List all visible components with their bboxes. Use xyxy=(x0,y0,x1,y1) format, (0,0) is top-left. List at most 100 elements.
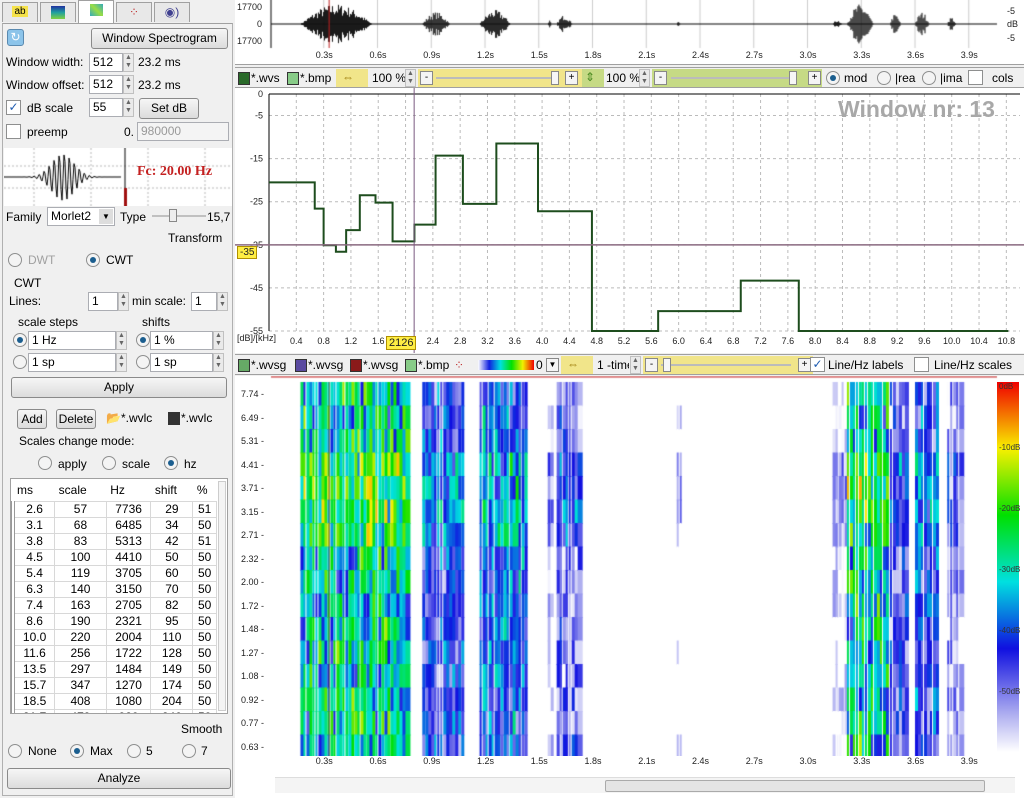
window-offset-spinner[interactable]: ▲ ▼ xyxy=(123,75,134,94)
zoom2-plus-button[interactable]: + xyxy=(808,71,821,85)
table-row[interactable]: 13.5 297 1484 149 50 xyxy=(11,660,217,678)
rea-radio[interactable] xyxy=(877,71,891,85)
column-header-1[interactable]: scale xyxy=(55,479,107,501)
table-scrollbar[interactable] xyxy=(218,481,226,711)
zoom2-spinner[interactable]: ▲ ▼ xyxy=(639,69,650,87)
time-slider-thumb[interactable] xyxy=(663,358,671,372)
window-spectrogram-button[interactable]: Window Spectrogram xyxy=(91,28,228,49)
zoom2-value[interactable]: 100 % xyxy=(606,70,640,86)
shifts-sp-spinner[interactable]: ▲ ▼ xyxy=(213,353,224,372)
zoom1-plus-button[interactable]: + xyxy=(565,71,578,85)
delete-button[interactable]: Delete xyxy=(56,409,96,429)
smooth-none-radio[interactable] xyxy=(8,744,22,758)
zoom1-spinner[interactable]: ▲ ▼ xyxy=(405,69,416,87)
family-select[interactable]: Morlet2 ▼ xyxy=(47,207,115,226)
scale-steps-hz-radio[interactable] xyxy=(13,333,27,347)
table-row[interactable]: 11.6 256 1722 128 50 xyxy=(11,644,217,662)
zoom1-minus-button[interactable]: - xyxy=(420,71,433,85)
shifts-percent-input[interactable]: 1 % xyxy=(150,331,213,350)
lines-spinner[interactable]: ▲ ▼ xyxy=(118,292,129,311)
table-row[interactable]: 7.4 163 2705 82 50 xyxy=(11,596,217,614)
type-slider-thumb[interactable] xyxy=(169,209,177,222)
db-value-input[interactable]: 55 xyxy=(89,98,123,117)
spectrum-panel[interactable]: 0.40.81.21.62.02.42.83.23.64.04.44.85.25… xyxy=(235,88,1024,353)
tab-sound[interactable]: ◉) xyxy=(154,2,190,22)
mode-scale-radio[interactable] xyxy=(102,456,116,470)
zoom2-slider-thumb[interactable] xyxy=(789,71,797,85)
cols-checkbox[interactable] xyxy=(968,70,983,85)
refresh-icon[interactable]: ↻ xyxy=(7,29,24,46)
table-row[interactable]: 8.6 190 2321 95 50 xyxy=(11,612,217,630)
zoom2-slider[interactable] xyxy=(671,77,791,79)
time-minus-button[interactable]: - xyxy=(645,358,658,372)
min-scale-input[interactable]: 1 xyxy=(191,292,217,311)
line-hz-labels-checkbox[interactable]: ✓ xyxy=(810,357,825,372)
column-header-4[interactable]: % xyxy=(193,479,217,501)
scale-steps-hz-spinner[interactable]: ▲ ▼ xyxy=(116,331,127,350)
table-row[interactable]: 2.6 57 7736 29 51 xyxy=(11,500,217,518)
time-spinner[interactable]: ▲ ▼ xyxy=(630,356,641,374)
table-row[interactable]: 18.5 408 1080 204 50 xyxy=(11,692,217,710)
table-row[interactable]: 3.8 83 5313 42 51 xyxy=(11,532,217,550)
window-width-input[interactable]: 512 xyxy=(89,53,123,72)
table-row[interactable]: 21.747992024050 xyxy=(11,708,217,713)
waveform-panel[interactable]: 17700 0 17700 -5 dB -5 0.3s 0.6s 0.9s 1.2s 1… xyxy=(235,0,1024,65)
zoom-x-icon[interactable]: ⇕ xyxy=(582,69,604,87)
palette-gradient[interactable] xyxy=(478,360,534,370)
line-hz-scales-checkbox[interactable] xyxy=(914,357,929,372)
lines-input[interactable]: 1 xyxy=(88,292,118,311)
table-row[interactable]: 4.5 100 4410 50 50 xyxy=(11,548,217,566)
open-wvsg-button-2[interactable]: *.wvsg xyxy=(295,357,343,373)
table-row[interactable]: 10.0 220 2004 110 50 xyxy=(11,628,217,646)
mod-radio[interactable] xyxy=(826,71,840,85)
shifts-sp-radio[interactable] xyxy=(136,355,150,369)
open-wvsg-button-1[interactable]: *.wvsg xyxy=(238,357,286,373)
set-db-button[interactable]: Set dB xyxy=(139,98,199,119)
tab-spectrogram[interactable] xyxy=(40,2,76,22)
shifts-percent-spinner[interactable]: ▲ ▼ xyxy=(213,331,224,350)
scale-steps-hz-input[interactable]: 1 Hz xyxy=(28,331,116,350)
type-slider[interactable] xyxy=(152,209,206,222)
open-wvsg-button-3[interactable]: *.wvsg xyxy=(350,357,398,373)
scale-steps-sp-radio[interactable] xyxy=(13,355,27,369)
mode-hz-radio[interactable] xyxy=(164,456,178,470)
preemp-input[interactable]: 980000 xyxy=(137,122,229,141)
save-bmp-button-2[interactable]: *.bmp xyxy=(405,357,449,373)
preemp-checkbox[interactable] xyxy=(6,124,21,139)
cursor-marker-label[interactable]: 2126 xyxy=(386,336,417,350)
cwt-radio[interactable] xyxy=(86,253,100,267)
smooth-5-radio[interactable] xyxy=(127,744,141,758)
table-row[interactable]: 15.7 347 1270 174 50 xyxy=(11,676,217,694)
apply-button[interactable]: Apply xyxy=(11,377,227,398)
window-width-spinner[interactable]: ▲ ▼ xyxy=(123,53,134,72)
column-header-2[interactable]: Hz xyxy=(106,479,151,501)
shifts-sp-input[interactable]: 1 sp xyxy=(150,353,213,372)
zoom1-slider[interactable] xyxy=(436,77,553,79)
save-bmp-button[interactable]: *.bmp xyxy=(287,70,331,86)
db-scale-checkbox[interactable]: ✓ xyxy=(6,100,21,115)
save-wvlc-button[interactable]: *.wvlc xyxy=(168,411,212,426)
zoom1-value[interactable]: 100 % xyxy=(372,70,406,86)
level-marker-label[interactable]: -35 xyxy=(237,246,258,259)
window-offset-input[interactable]: 512 xyxy=(89,75,123,94)
column-header-3[interactable]: shift xyxy=(151,479,193,501)
horizontal-scrollbar-thumb[interactable] xyxy=(605,780,985,792)
scale-steps-sp-spinner[interactable]: ▲ ▼ xyxy=(116,353,127,372)
open-wvlc-button[interactable]: 📂*.wvlc xyxy=(106,411,152,425)
spectrogram-panel[interactable]: 7.74 - 6.49 - 5.31 - 4.41 - 3.71 - 3.15 - 2.71… xyxy=(235,376,1024,798)
tab-text[interactable]: ab xyxy=(2,2,38,22)
tab-points[interactable]: ⁘ xyxy=(116,2,152,22)
shifts-percent-radio[interactable] xyxy=(136,333,150,347)
open-wvs-button[interactable]: *.wvs xyxy=(238,70,280,86)
zoom1-slider-thumb[interactable] xyxy=(551,71,559,85)
spectrum-chart[interactable]: 0.40.81.21.62.02.42.83.23.64.04.44.85.25… xyxy=(235,88,1024,353)
waveform-plot[interactable] xyxy=(235,0,1024,65)
zoom2-minus-button[interactable]: - xyxy=(654,71,667,85)
time-value[interactable]: 1 -time xyxy=(597,357,629,373)
zoom-y-icon[interactable]: ⇔ xyxy=(336,69,368,87)
horizontal-scrollbar[interactable] xyxy=(275,777,1015,793)
smooth-7-radio[interactable] xyxy=(182,744,196,758)
smooth-max-radio[interactable] xyxy=(70,744,84,758)
time-slider[interactable] xyxy=(661,364,791,366)
table-row[interactable]: 3.1 68 6485 34 50 xyxy=(11,516,217,534)
